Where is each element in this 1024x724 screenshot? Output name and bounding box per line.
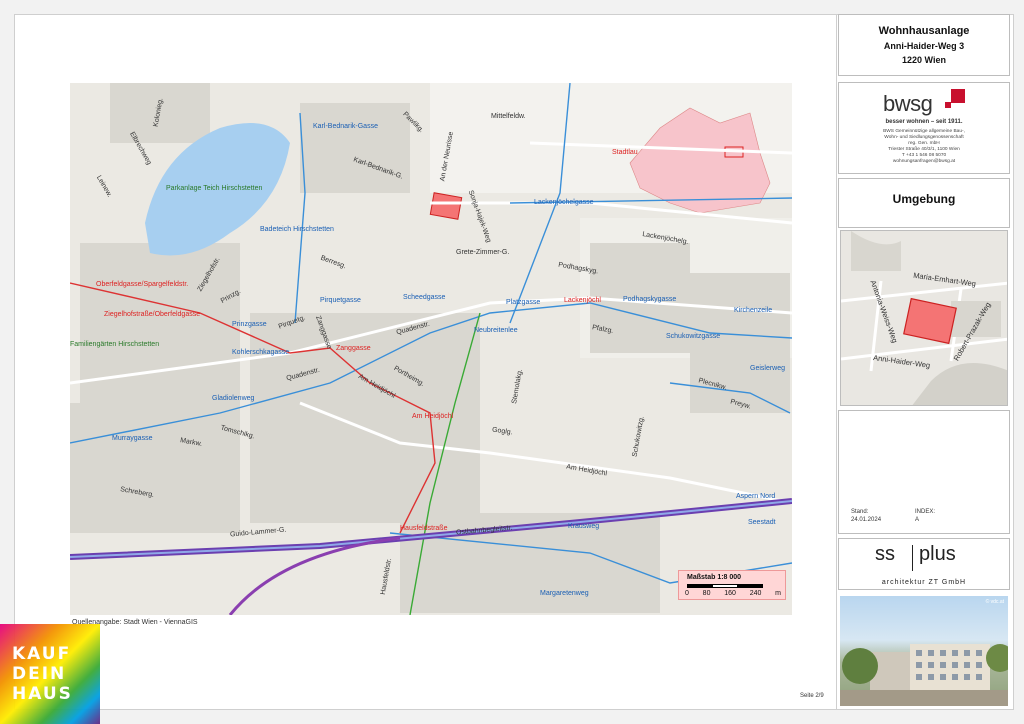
- project-city: 1220 Wien: [902, 55, 946, 65]
- scale-title: Maßstab 1:8 000: [687, 574, 742, 581]
- map-label: Mittelfeldw.: [491, 113, 526, 120]
- project-title: Wohnhausanlage: [878, 25, 970, 37]
- revision-block: Stand: 24.01.2024 INDEX: A: [838, 410, 1010, 534]
- scale-tick: 80: [702, 590, 711, 597]
- map-label: Kohlerschkagasse: [232, 349, 290, 356]
- map-label: Neubreitenlee: [474, 327, 518, 334]
- scale-tick: 0: [685, 590, 689, 597]
- scale-graphic: [687, 584, 763, 588]
- site-map[interactable]: Mittelfeldw. Karl-Bednarik-Gasse Pawlikg…: [70, 83, 792, 615]
- map-label: Badeteich Hirschstetten: [260, 226, 334, 233]
- bwsg-logo: bwsg: [883, 91, 933, 116]
- map-label: Stadtlau: [612, 149, 638, 156]
- map-label: Grete-Zimmer-G.: [456, 249, 510, 256]
- map-label: Murraygasse: [112, 435, 153, 442]
- scale-tick: m: [775, 590, 781, 597]
- map-label: Familiengärten Hirschstetten: [70, 341, 160, 348]
- map-label: Gladiolenweg: [212, 395, 255, 402]
- kauf-dein-haus-badge[interactable]: KAUF DEIN HAUS: [0, 624, 100, 724]
- developer-tagline: besser wohnen – seit 1911.: [885, 119, 963, 125]
- map-label: Geislerweg: [750, 365, 786, 372]
- bwsg-logo-mark-icon: [945, 89, 965, 108]
- section-heading: Umgebung: [892, 192, 956, 206]
- map-label: Kirchenzeile: [734, 307, 773, 314]
- badge-line: KAUF: [12, 644, 72, 664]
- architect-logo-left: ss: [875, 543, 895, 565]
- map-label: Schukowitzgasse: [666, 333, 721, 340]
- project-address: Anni-Haider-Weg 3: [883, 41, 965, 51]
- section-heading-box: Umgebung: [838, 178, 1010, 228]
- index-value: A: [915, 517, 920, 523]
- site-detail-map[interactable]: Maria-Emhart-Weg Antonia-Weiss-Weg Rober…: [840, 230, 1008, 406]
- index-label: INDEX:: [915, 509, 936, 515]
- architect-block: ss plus architektur ZT GmbH: [838, 538, 1010, 590]
- scale-tick: 160: [724, 590, 736, 597]
- architect-logo-divider: [912, 545, 913, 571]
- map-label: Prinzgasse: [232, 321, 267, 328]
- stand-label: Stand:: [851, 509, 869, 515]
- map-label: Parkanlage Teich Hirschstetten: [166, 185, 263, 192]
- map-label: Podhagskygasse: [623, 296, 677, 303]
- rendering-graphic: [840, 644, 1008, 706]
- page-number: Seite 2/9: [800, 693, 824, 699]
- map-label: Pirquetgasse: [320, 297, 361, 304]
- map-label: Lackenjöchl: [564, 297, 601, 304]
- building-rendering: © vdc.at: [840, 596, 1008, 706]
- scale-bar: Maßstab 1:8 000 0 80 160 240 m: [678, 570, 786, 600]
- badge-line: DEIN: [12, 664, 67, 684]
- map-label: Hausfeldstraße: [400, 525, 448, 532]
- developer-email[interactable]: wohnungsanfragen@bwsg.at: [839, 159, 1009, 166]
- scale-tick: 240: [749, 590, 762, 597]
- badge-line: HAUS: [12, 684, 73, 704]
- map-label: Karl-Bednarik-Gasse: [313, 123, 378, 130]
- developer-block: bwsg besser wohnen – seit 1911. BWS Geme…: [838, 82, 1010, 174]
- architect-subtitle: architektur ZT GmbH: [881, 579, 967, 586]
- map-label: Platzgasse: [506, 299, 541, 306]
- map-label: Aspern Nord: [736, 493, 776, 500]
- map-label: Scheedgasse: [403, 294, 446, 301]
- stand-date: 24.01.2024: [851, 517, 882, 523]
- map-label: Lackenjöchelgasse: [534, 199, 594, 206]
- map-label: Krausweg: [568, 523, 600, 530]
- map-graphics: [70, 83, 792, 615]
- map-label: Margaretenweg: [540, 590, 589, 597]
- title-block: Wohnhausanlage Anni-Haider-Weg 3 1220 Wi…: [838, 14, 1010, 76]
- rendering-copyright: © vdc.at: [985, 599, 1004, 605]
- map-label: Zanggasse: [336, 345, 371, 352]
- map-label: Ziegelhofstraße/Oberfeldgasse: [104, 311, 201, 318]
- map-label: Oberfeldgasse/Spargelfeldstr.: [96, 281, 189, 288]
- map-label: Seestadt: [748, 519, 776, 526]
- architect-logo-right: plus: [919, 543, 956, 565]
- map-label: Am Heidjöchl: [412, 413, 454, 420]
